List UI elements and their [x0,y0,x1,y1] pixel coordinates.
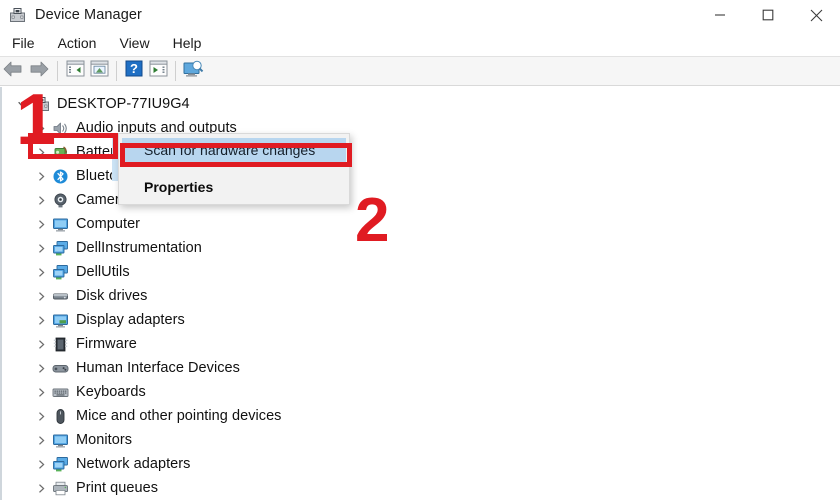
tree-item-label: Keyboards [76,384,146,400]
tree-item-human-interface-devices[interactable]: Human Interface Devices [2,356,840,380]
maximize-button[interactable] [744,0,792,30]
tree-item-firmware[interactable]: Firmware [2,332,840,356]
monitor-icon [50,430,70,450]
tree-item-display-adapters[interactable]: Display adapters [2,308,840,332]
properties-button[interactable] [63,60,87,82]
help-question-icon: ? [125,60,143,82]
svg-text:?: ? [130,61,138,76]
tree-item-label: Network adapters [76,456,191,472]
show-hidden-devices-button[interactable] [146,60,170,82]
chevron-right-icon[interactable] [33,452,50,476]
toolbar-separator [116,61,117,81]
forward-button[interactable] [26,59,52,83]
chevron-right-icon[interactable] [33,116,50,140]
chevron-right-icon[interactable] [33,164,50,188]
show-hidden-icon [149,60,168,82]
chevron-right-icon[interactable] [33,284,50,308]
tree-item-computer[interactable]: Computer [2,212,840,236]
device-manager-window: Device Manager File Action View Help ? D… [0,0,840,500]
window-controls [696,0,840,30]
back-button[interactable] [0,59,26,83]
tree-item-label: DellInstrumentation [76,240,202,256]
chevron-right-icon[interactable] [33,476,50,500]
battery-icon [50,142,70,162]
chevron-down-icon[interactable] [14,92,31,116]
chevron-right-icon[interactable] [33,140,50,164]
monitor-icon [50,214,70,234]
context-menu-item-properties[interactable]: Properties [119,174,349,200]
tree-item-label: Firmware [76,336,137,352]
tree-item-label: Monitors [76,432,132,448]
chevron-right-icon[interactable] [33,332,50,356]
properties-icon [66,60,85,82]
mouse-icon [50,406,70,426]
menu-item-view[interactable]: View [119,35,149,51]
tree-root-node[interactable]: DESKTOP-77IU9G4 [2,92,840,116]
chevron-right-icon[interactable] [33,260,50,284]
printer-icon [50,478,70,498]
tree-item-monitors[interactable]: Monitors [2,428,840,452]
tree-item-mice-and-other-pointing-devices[interactable]: Mice and other pointing devices [2,404,840,428]
camera-icon [50,190,70,210]
chevron-right-icon[interactable] [33,236,50,260]
close-button[interactable] [792,0,840,30]
bluetooth-icon [50,166,70,186]
tree-root-label: DESKTOP-77IU9G4 [57,96,190,112]
tree-item-dellutils[interactable]: DellUtils [2,260,840,284]
help-button[interactable]: ? [122,60,146,82]
menu-bar: File Action View Help [0,30,840,56]
network-device-icon [50,262,70,282]
tree-item-label: Disk drives [76,288,148,304]
speaker-icon [50,118,70,138]
tree-item-label: Print queues [76,480,159,496]
tree-item-network-adapters[interactable]: Network adapters [2,452,840,476]
chevron-right-icon[interactable] [33,212,50,236]
hid-icon [50,358,70,378]
display-adapter-icon [50,310,70,330]
chevron-right-icon[interactable] [33,188,50,212]
menu-item-action[interactable]: Action [58,35,97,51]
context-menu[interactable]: Scan for hardware changes Properties [118,133,350,205]
toolbar-separator [175,61,176,81]
network-device-icon [50,238,70,258]
menu-item-help[interactable]: Help [173,35,202,51]
computer-device-icon [31,94,51,114]
disk-drive-icon [50,286,70,306]
context-menu-item-label: Properties [144,179,214,195]
tree-item-print-queues[interactable]: Print queues [2,476,840,500]
scan-hardware-changes-button[interactable] [181,60,205,82]
title-bar: Device Manager [0,0,840,30]
tree-item-keyboards[interactable]: Keyboards [2,380,840,404]
network-device-icon [50,454,70,474]
chevron-right-icon[interactable] [33,308,50,332]
toolbar-separator [57,61,58,81]
tree-item-disk-drives[interactable]: Disk drives [2,284,840,308]
firmware-chip-icon [50,334,70,354]
arrow-left-icon [2,60,24,83]
tree-item-label: Display adapters [76,312,185,328]
scan-monitor-icon [182,59,204,83]
tree-item-label: DellUtils [76,264,130,280]
menu-item-file[interactable]: File [12,35,35,51]
context-menu-item-scan-for-hardware-changes[interactable]: Scan for hardware changes [122,138,346,162]
device-manager-icon [9,7,26,24]
minimize-button[interactable] [696,0,744,30]
keyboard-icon [50,382,70,402]
tree-item-label: Computer [76,216,141,232]
chevron-right-icon[interactable] [33,356,50,380]
chevron-right-icon[interactable] [33,404,50,428]
tree-item-label: Mice and other pointing devices [76,408,282,424]
window-title: Device Manager [35,7,142,23]
context-menu-item-label: Scan for hardware changes [144,142,316,158]
chevron-right-icon[interactable] [33,380,50,404]
arrow-right-icon [28,60,50,83]
update-driver-icon [90,60,109,82]
tree-item-dellinstrumentation[interactable]: DellInstrumentation [2,236,840,260]
toolbar: ? [0,56,840,86]
tree-item-label: Human Interface Devices [76,360,240,376]
update-driver-button[interactable] [87,60,111,82]
chevron-right-icon[interactable] [33,428,50,452]
